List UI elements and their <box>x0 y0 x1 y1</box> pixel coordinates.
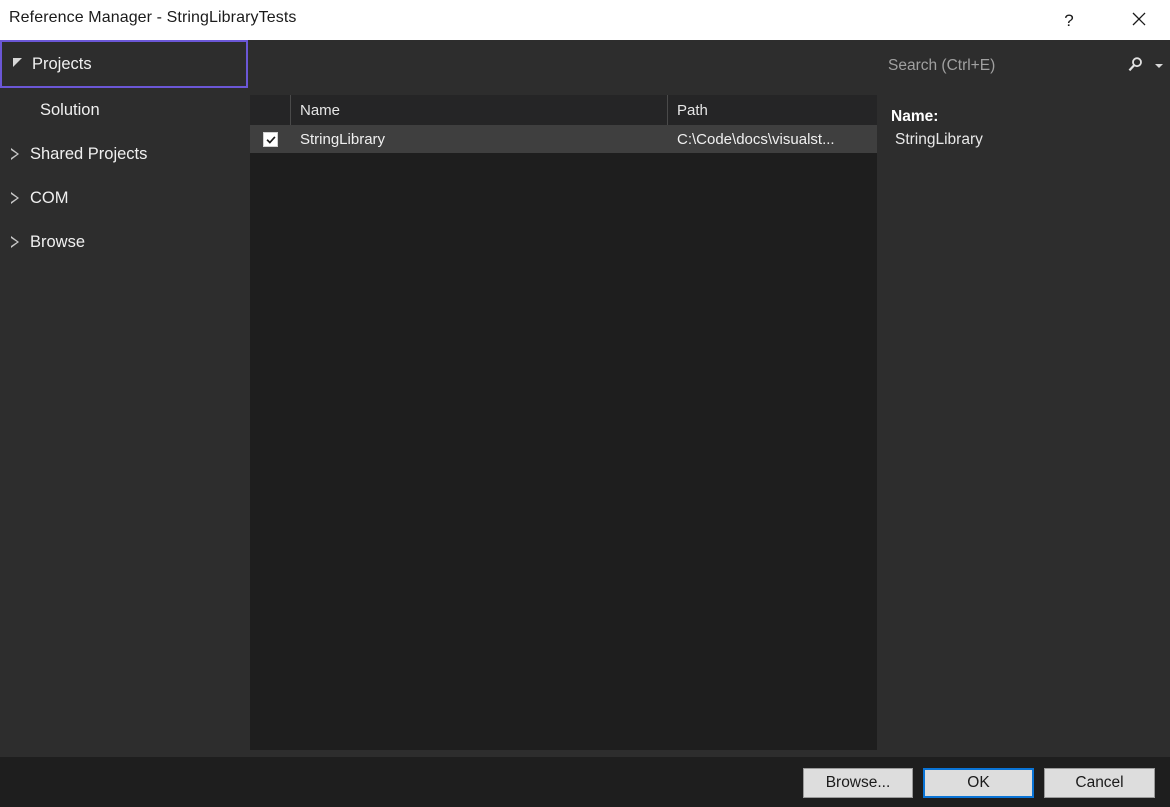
checkbox-checked[interactable] <box>263 132 278 147</box>
triangle-collapsed-icon[interactable] <box>0 148 30 160</box>
sidebar-item-browse[interactable]: Browse <box>0 220 250 264</box>
column-header-path[interactable]: Path <box>668 95 877 125</box>
row-path: C:\Code\docs\visualst... <box>668 126 877 153</box>
sidebar-item-shared-projects[interactable]: Shared Projects <box>0 132 250 176</box>
checkmark-icon <box>266 135 276 145</box>
column-header-check[interactable] <box>250 95 291 125</box>
search-box[interactable] <box>879 47 1168 85</box>
sidebar-item-label: Shared Projects <box>30 145 147 164</box>
sidebar-item-solution[interactable]: Solution <box>0 88 250 132</box>
detail-name-value: StringLibrary <box>891 128 1161 152</box>
reference-manager-dialog: Reference Manager - StringLibraryTests ?… <box>0 0 1170 807</box>
search-input[interactable] <box>879 56 1120 76</box>
reference-list-panel: Name Path StringLibrary C:\Code\docs\vis… <box>250 40 877 757</box>
help-button[interactable]: ? <box>1046 0 1092 40</box>
table-row[interactable]: StringLibrary C:\Code\docs\visualst... <box>250 126 877 153</box>
close-button[interactable] <box>1116 0 1162 40</box>
triangle-collapsed-icon[interactable] <box>0 192 30 204</box>
detail-name-label: Name: <box>891 106 1161 128</box>
title-bar: Reference Manager - StringLibraryTests ? <box>0 0 1170 40</box>
triangle-expanded-icon[interactable] <box>2 60 32 69</box>
column-header-name[interactable]: Name <box>291 95 668 125</box>
category-sidebar: Projects Solution Shared Projects COM Br… <box>0 40 250 757</box>
sidebar-item-label: Solution <box>40 101 100 120</box>
sidebar-item-projects[interactable]: Projects <box>0 40 248 88</box>
sidebar-item-label: COM <box>30 189 69 208</box>
browse-button[interactable]: Browse... <box>803 768 913 798</box>
selected-item-details: Name: StringLibrary <box>891 106 1161 152</box>
row-checkbox-cell[interactable] <box>250 126 291 153</box>
sidebar-item-label: Projects <box>32 55 92 74</box>
details-panel: Name: StringLibrary <box>877 40 1170 757</box>
question-mark-icon: ? <box>1064 12 1073 29</box>
sidebar-item-com[interactable]: COM <box>0 176 250 220</box>
chevron-down-icon <box>1155 64 1163 68</box>
sidebar-item-label: Browse <box>30 233 85 252</box>
search-options-dropdown[interactable] <box>1150 47 1168 85</box>
dialog-footer: Browse... OK Cancel <box>0 757 1170 807</box>
ok-button[interactable]: OK <box>923 768 1034 798</box>
search-button[interactable] <box>1120 47 1150 85</box>
close-x-icon <box>1131 11 1147 30</box>
list-toolbar <box>250 40 877 93</box>
row-name: StringLibrary <box>291 126 668 153</box>
list-body: StringLibrary C:\Code\docs\visualst... <box>250 126 877 750</box>
magnifier-icon <box>1126 56 1144 77</box>
cancel-button[interactable]: Cancel <box>1044 768 1155 798</box>
list-column-headers: Name Path <box>250 95 877 126</box>
window-title: Reference Manager - StringLibraryTests <box>9 9 296 27</box>
triangle-collapsed-icon[interactable] <box>0 236 30 248</box>
